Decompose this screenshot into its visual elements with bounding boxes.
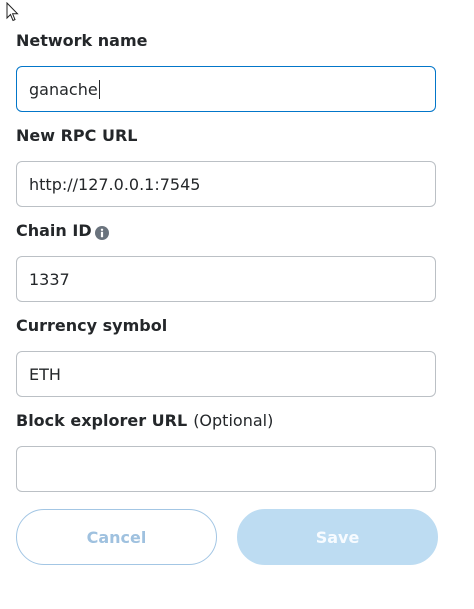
text-caret [98,79,100,99]
block-explorer-label: Block explorer URL (Optional) [16,411,273,431]
network-form: Network name ganache New RPC URL http://… [0,0,474,609]
cancel-button[interactable]: Cancel [16,509,217,565]
save-button-label: Save [315,527,360,547]
mouse-cursor-icon [6,2,19,22]
network-name-input[interactable]: ganache [16,66,436,112]
chain-id-value: 1337 [29,269,70,289]
currency-symbol-input[interactable]: ETH [16,351,436,397]
chain-id-input[interactable]: 1337 [16,256,436,302]
info-icon[interactable] [95,226,109,240]
optional-label: (Optional) [193,411,274,430]
save-button[interactable]: Save [237,509,438,565]
chain-id-label: Chain ID [16,221,92,240]
network-name-label: Network name [16,31,148,50]
block-explorer-input[interactable] [16,446,436,492]
cancel-button-label: Cancel [86,527,147,547]
rpc-url-value: http://127.0.0.1:7545 [29,174,201,194]
rpc-url-input[interactable]: http://127.0.0.1:7545 [16,161,436,207]
currency-symbol-value: ETH [29,364,61,384]
rpc-url-label: New RPC URL [16,126,138,145]
block-explorer-label-text: Block explorer URL [16,411,188,430]
network-name-value: ganache [29,79,98,99]
currency-symbol-label: Currency symbol [16,316,168,335]
